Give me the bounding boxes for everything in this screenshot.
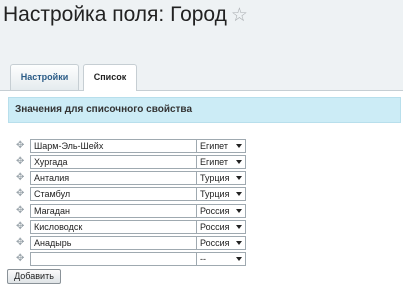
dropdown-arrow-icon	[236, 176, 242, 180]
country-select[interactable]: Египет	[196, 139, 246, 153]
drag-handle-icon[interactable]: ✥	[16, 206, 26, 216]
tab-list[interactable]: Список	[83, 64, 137, 91]
country-select-value: Турция	[200, 189, 230, 199]
value-input[interactable]: Анталия	[30, 171, 208, 185]
drag-handle-icon[interactable]: ✥	[16, 238, 26, 248]
value-input[interactable]: Шарм-Эль-Шейх	[30, 139, 208, 153]
country-select[interactable]: --	[196, 252, 246, 266]
dropdown-arrow-icon	[236, 209, 242, 213]
value-input[interactable]	[30, 252, 208, 266]
value-input[interactable]: Анадырь	[30, 236, 208, 250]
drag-handle-icon[interactable]: ✥	[16, 157, 26, 167]
dropdown-arrow-icon	[236, 160, 242, 164]
country-select-value: Россия	[200, 206, 230, 216]
value-input[interactable]: Магадан	[30, 204, 208, 218]
drag-handle-icon[interactable]: ✥	[16, 189, 26, 199]
dropdown-arrow-icon	[236, 192, 242, 196]
dropdown-arrow-icon	[236, 144, 242, 148]
country-select[interactable]: Турция	[196, 187, 246, 201]
dropdown-arrow-icon	[236, 225, 242, 229]
page-title: Настройка поля: Город ☆	[3, 3, 248, 27]
page-title-text: Настройка поля: Город	[3, 3, 227, 26]
country-select-value: Россия	[200, 222, 230, 232]
dropdown-arrow-icon	[236, 257, 242, 261]
country-select[interactable]: Россия	[196, 220, 246, 234]
country-select-value: Египет	[200, 157, 229, 167]
value-input[interactable]: Стамбул	[30, 187, 208, 201]
country-select-value: Турция	[200, 173, 230, 183]
country-select[interactable]: Египет	[196, 155, 246, 169]
country-select[interactable]: Турция	[196, 171, 246, 185]
tab-settings[interactable]: Настройки	[10, 64, 79, 90]
country-select[interactable]: Россия	[196, 236, 246, 250]
section-header: Значения для списочного свойства	[8, 97, 401, 123]
drag-handle-icon[interactable]: ✥	[16, 141, 26, 151]
drag-handle-icon[interactable]: ✥	[16, 222, 26, 232]
drag-handle-icon[interactable]: ✥	[16, 254, 26, 264]
dropdown-arrow-icon	[236, 241, 242, 245]
star-icon[interactable]: ☆	[231, 5, 248, 26]
drag-handle-icon[interactable]: ✥	[16, 173, 26, 183]
country-select-value: Россия	[200, 238, 230, 248]
country-select-value: --	[200, 254, 206, 264]
value-input[interactable]: Хургада	[30, 155, 208, 169]
list-panel: Значения для списочного свойства ✥ Шарм-…	[0, 90, 403, 294]
add-button[interactable]: Добавить	[7, 269, 61, 284]
value-input[interactable]: Кисловодск	[30, 220, 208, 234]
country-select[interactable]: Россия	[196, 204, 246, 218]
country-select-value: Египет	[200, 141, 229, 151]
